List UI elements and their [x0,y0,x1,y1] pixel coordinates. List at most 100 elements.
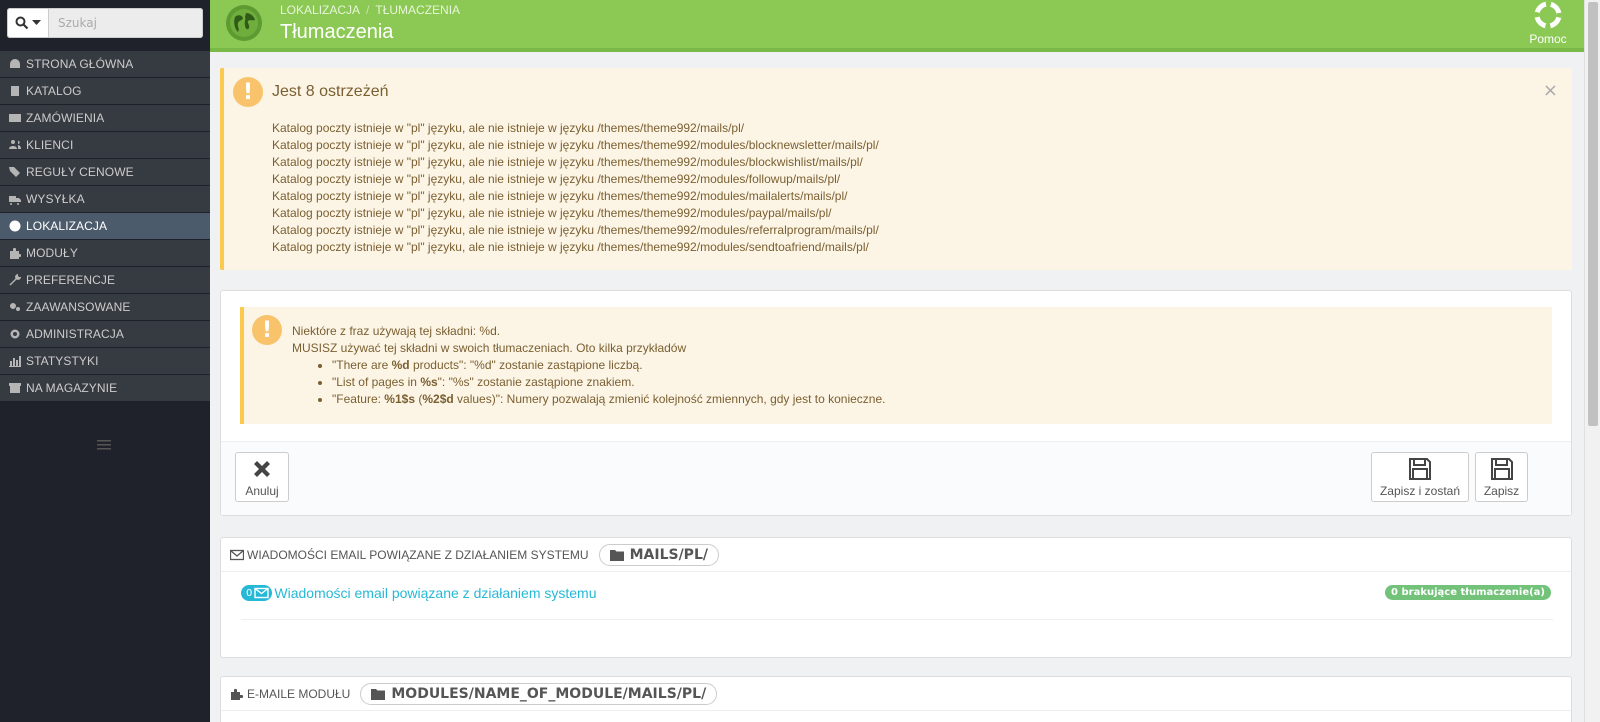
syntax-example: "Feature: %1$s (%2$d values)": Numery po… [332,391,886,408]
close-icon [254,461,270,477]
module-mails-panel: E-MAILE MODUŁU MODULES/NAME_OF_MODULE/MA… [220,676,1572,722]
sidebar-item-administracja[interactable]: ADMINISTRACJA [0,321,210,348]
breadcrumb-item-translations[interactable]: TŁUMACZENIA [375,3,460,17]
warnings-title: Jest 8 ostrzeżeń [272,83,389,100]
mail-category-row[interactable]: 0 Wiadomości email powiązane z działanie… [241,585,597,601]
syntax-info-line: Niektóre z fraz używają tej składni: %d. [292,324,501,338]
cancel-label: Anuluj [245,484,279,498]
sidebar-item-zaawansowane[interactable]: ZAAWANSOWANE [0,294,210,321]
page-scrollbar[interactable] [1584,0,1600,722]
warnings-list: Katalog poczty istnieje w "pl" języku, a… [272,120,879,256]
warning-item: Katalog poczty istnieje w "pl" języku, a… [272,155,863,169]
sidebar-item-label: ADMINISTRACJA [26,327,124,341]
cancel-button[interactable]: Anuluj [235,452,289,502]
syntax-example-bold: %d [391,358,410,372]
scrollbar-thumb[interactable] [1588,2,1598,426]
sidebar-item-zamówienia[interactable]: ZAMÓWIENIA [0,105,210,132]
warnings-alert: ! Jest 8 ostrzeżeń × Katalog poczty istn… [220,68,1572,270]
search-type-button[interactable] [7,8,49,38]
save-button[interactable]: Zapisz [1475,452,1528,502]
cogs-icon [8,301,22,313]
sidebar-item-label: STRONA GŁÓWNA [26,57,134,71]
path-badge: MODULES/NAME_OF_MODULE/MAILS/PL/ [360,682,718,705]
syntax-example-bold: %1$s [384,392,415,406]
path-badge: MAILS/PL/ [598,543,719,566]
mail-count-badge: 0 [241,585,273,601]
syntax-example-bold2: %2$d [422,392,454,406]
truck-icon [8,193,22,205]
sidebar-item-label: KATALOG [26,84,82,98]
sidebar-item-statystyki[interactable]: STATYSTYKI [0,348,210,375]
envelope-icon [254,587,270,599]
folder-icon [609,549,624,561]
page-title: Tłumaczenia [280,21,394,43]
sidebar-item-preferencje[interactable]: PREFERENCJE [0,267,210,294]
tags-icon [8,166,22,178]
folder-icon [371,688,386,700]
syntax-info-line: MUSISZ używać tej składni w swoich tłuma… [292,341,687,355]
collapse-menu-icon[interactable] [96,440,112,450]
search-box [7,8,203,38]
save-label: Zapisz [1483,484,1520,498]
breadcrumb-separator: / [366,3,370,17]
sidebar-item-label: NA MAGAZYNIE [26,381,118,395]
sidebar-item-reguły-cenowe[interactable]: REGUŁY CENOWE [0,159,210,186]
mail-category-link[interactable]: Wiadomości email powiązane z działaniem … [274,585,596,601]
sidebar-item-label: PREFERENCJE [26,273,116,287]
warning-item: Katalog poczty istnieje w "pl" języku, a… [272,189,848,203]
sidebar-item-label: MODUŁY [26,246,78,260]
sidebar-item-moduły[interactable]: MODUŁY [0,240,210,267]
close-icon[interactable]: × [1543,82,1558,100]
syntax-examples-list: "There are %d products": "%d" zostanie z… [332,357,886,408]
dashboard-icon [8,58,22,70]
puzzle-icon [8,247,22,259]
bar-chart-icon [8,355,22,367]
search-input[interactable] [49,8,203,38]
translations-form-panel: ! Niektóre z fraz używają tej składni: %… [220,290,1572,516]
warning-item: Katalog poczty istnieje w "pl" języku, a… [272,138,879,152]
warning-item: Katalog poczty istnieje w "pl" języku, a… [272,223,879,237]
sidebar: STRONA GŁÓWNA KATALOG ZAMÓWIENIA KLIENCI REG… [0,0,210,722]
panel-heading: E-MAILE MODUŁU MODULES/NAME_OF_MODULE/MA… [221,677,1571,711]
breadcrumb-item-localization[interactable]: LOKALIZACJA [280,3,360,17]
lifebuoy-icon [1534,1,1562,29]
globe-icon [8,220,22,232]
globe-icon [226,5,262,41]
sidebar-item-label: STATYSTYKI [26,354,99,368]
syntax-example-pre: "There are [332,358,392,372]
breadcrumb: LOKALIZACJA / TŁUMACZENIA [280,3,460,17]
system-mails-panel: WIADOMOŚCI EMAIL POWIĄZANE Z DZIAŁANIEM … [220,537,1572,658]
save-and-stay-button[interactable]: Zapisz i zostań [1371,452,1469,502]
sidebar-item-strona-główna[interactable]: STRONA GŁÓWNA [0,51,210,78]
envelope-icon [230,549,244,560]
warning-item: Katalog poczty istnieje w "pl" języku, a… [272,121,745,135]
sidebar-menu: STRONA GŁÓWNA KATALOG ZAMÓWIENIA KLIENCI REG… [0,51,210,402]
floppy-disk-icon [1409,458,1431,480]
credit-card-icon [8,112,22,124]
sidebar-item-label: KLIENCI [26,138,74,152]
syntax-info-text: Niektóre z fraz używają tej składni: %d.… [292,323,886,408]
sidebar-item-wysyłka[interactable]: WYSYŁKA [0,186,210,213]
mail-count: 0 [246,587,253,599]
panel-heading-title: WIADOMOŚCI EMAIL POWIĄZANE Z DZIAŁANIEM … [247,547,589,562]
syntax-example: "List of pages in %s": "%s" zostanie zas… [332,374,886,391]
cog-icon [8,328,22,340]
panel-heading-title: E-MAILE MODUŁU [247,686,351,701]
sidebar-item-lokalizacja[interactable]: LOKALIZACJA [0,213,210,240]
help-button[interactable]: Pomoc [1524,0,1572,46]
floppy-disk-icon [1490,458,1513,480]
syntax-example-mid: products": "%d" zostanie zastąpione licz… [409,358,643,372]
sidebar-item-label: REGUŁY CENOWE [26,165,134,179]
sidebar-item-label: ZAMÓWIENIA [26,111,105,125]
main-content: ! Jest 8 ostrzeżeń × Katalog poczty istn… [210,56,1584,722]
sidebar-item-klienci[interactable]: KLIENCI [0,132,210,159]
syntax-example-pre: "Feature: [332,392,385,406]
sidebar-item-na-magazynie[interactable]: NA MAGAZYNIE [0,375,210,402]
exclamation-icon: ! [252,315,282,345]
sidebar-item-katalog[interactable]: KATALOG [0,78,210,105]
missing-translations-badge: 0 brakujące tłumaczenie(a) [1385,585,1551,600]
users-icon [8,139,22,151]
warning-item: Katalog poczty istnieje w "pl" języku, a… [272,206,832,220]
panel-footer: Anuluj Zapisz i zostań Zapisz [221,441,1571,515]
page-header: LOKALIZACJA / TŁUMACZENIA Tłumaczenia Pomo… [210,0,1584,52]
